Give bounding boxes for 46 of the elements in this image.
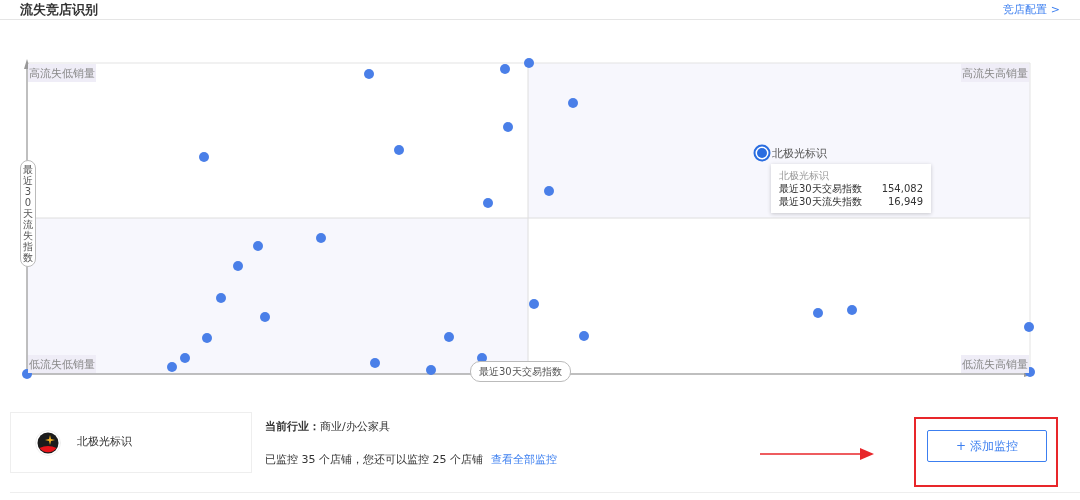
data-point bbox=[216, 293, 226, 303]
data-point bbox=[847, 305, 857, 315]
x-axis-label: 最近30天交易指数 bbox=[470, 361, 571, 382]
y-axis-label: 最近30天流失指数 bbox=[20, 160, 36, 267]
add-monitor-button[interactable]: + 添加监控 bbox=[927, 430, 1047, 462]
data-point bbox=[202, 333, 212, 343]
data-point bbox=[233, 261, 243, 271]
quadrant-label: 高流失低销量 bbox=[28, 64, 96, 82]
quadrant-label: 高流失高销量 bbox=[961, 64, 1029, 82]
data-point bbox=[524, 58, 534, 68]
data-point bbox=[364, 69, 374, 79]
highlighted-point bbox=[753, 144, 771, 162]
data-point bbox=[180, 353, 190, 363]
tooltip-value: 16,949 bbox=[888, 195, 923, 208]
tooltip-value: 154,082 bbox=[881, 182, 923, 195]
data-point bbox=[426, 365, 436, 375]
data-point bbox=[579, 331, 589, 341]
data-point bbox=[500, 64, 510, 74]
quadrant-label: 低流失高销量 bbox=[961, 355, 1029, 373]
data-point bbox=[529, 299, 539, 309]
data-point bbox=[1024, 322, 1034, 332]
data-point bbox=[483, 198, 493, 208]
industry-text: 当前行业：商业/办公家具 bbox=[265, 419, 391, 435]
config-link[interactable]: 竞店配置 > bbox=[1003, 1, 1060, 19]
tooltip-label: 最近30天流失指数 bbox=[779, 195, 862, 208]
tooltip-title: 北极光标识 bbox=[779, 169, 830, 182]
data-point bbox=[544, 186, 554, 196]
data-point bbox=[316, 233, 326, 243]
tooltip-label: 最近30天交易指数 bbox=[779, 182, 862, 195]
data-point bbox=[813, 308, 823, 318]
quadrant-label: 低流失低销量 bbox=[28, 355, 96, 373]
shop-logo-icon bbox=[35, 429, 61, 456]
shop-name: 北极光标识 bbox=[77, 434, 132, 451]
data-point bbox=[167, 362, 177, 372]
data-point bbox=[370, 358, 380, 368]
data-point bbox=[444, 332, 454, 342]
data-point bbox=[503, 122, 513, 132]
data-point bbox=[568, 98, 578, 108]
data-point bbox=[199, 152, 209, 162]
data-point bbox=[253, 241, 263, 251]
section-title: 流失竞店识别 bbox=[20, 1, 98, 19]
view-all-link[interactable]: 查看全部监控 bbox=[491, 451, 557, 468]
data-point bbox=[394, 145, 404, 155]
data-point bbox=[260, 312, 270, 322]
point-label: 北极光标识 bbox=[772, 147, 827, 159]
monitor-count-text: 已监控 35 个店铺，您还可以监控 25 个店铺 bbox=[265, 451, 483, 468]
